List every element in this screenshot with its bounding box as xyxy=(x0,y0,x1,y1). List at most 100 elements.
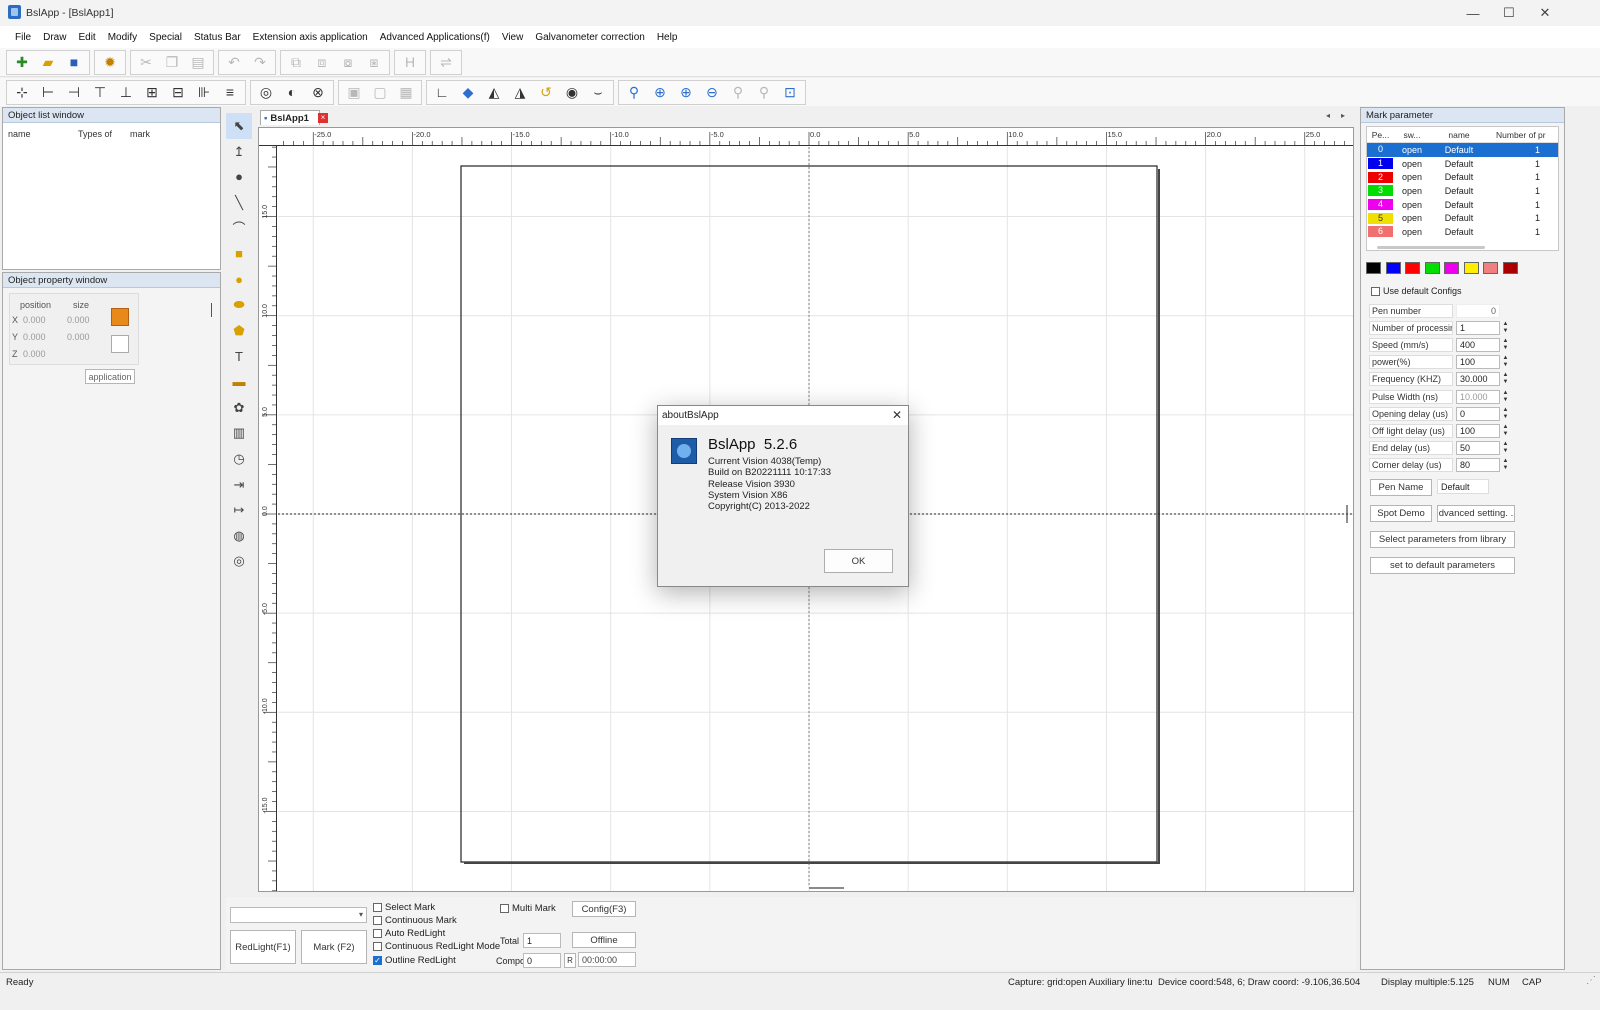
lock-icon[interactable]: ▣ xyxy=(341,81,367,103)
new-file-icon[interactable]: ✚ xyxy=(9,51,35,73)
align-vcenter-icon[interactable]: ⊟ xyxy=(165,81,191,103)
circle-icon[interactable]: ● xyxy=(226,267,252,293)
distribute-v-icon[interactable]: ≡ xyxy=(217,81,243,103)
pen-name-button[interactable]: Pen Name xyxy=(1370,479,1432,496)
dialog-close-button[interactable]: ✕ xyxy=(892,408,902,422)
vector-file-icon[interactable]: ✿ xyxy=(226,395,252,421)
param-value-input[interactable]: 400 xyxy=(1456,338,1500,353)
outline-redlight-checkbox[interactable]: ✓ Outline RedLight xyxy=(373,955,456,966)
menu-special[interactable]: Special xyxy=(143,32,188,43)
col-number[interactable]: Number of pr xyxy=(1488,130,1548,140)
spiral-icon[interactable]: ◎ xyxy=(226,548,252,574)
resize-grip-icon[interactable]: ⋰ xyxy=(1586,975,1596,986)
align-bottom-icon[interactable]: ⊥ xyxy=(113,81,139,103)
redlight-button[interactable]: RedLight(F1) xyxy=(230,930,296,964)
lock-all-icon[interactable]: ▦ xyxy=(393,81,419,103)
pen-row[interactable]: 6 open Default 1 xyxy=(1367,225,1558,239)
spinner-icon[interactable]: ▲ ▼ xyxy=(1501,372,1510,386)
spinner-icon[interactable]: ▲ ▼ xyxy=(1501,424,1510,438)
rotate-icon[interactable]: ↺ xyxy=(533,81,559,103)
cancel-circle-icon[interactable]: ⊗ xyxy=(305,81,331,103)
h-icon[interactable]: H xyxy=(397,51,423,73)
pen-row[interactable]: 4 open Default 1 xyxy=(1367,198,1558,212)
pen-switch[interactable]: open xyxy=(1394,200,1430,210)
dropdown-tool-icon[interactable]: ⇌ xyxy=(433,51,459,73)
continuous-mark-checkbox[interactable]: Continuous Mark xyxy=(373,915,457,926)
tab-scroll-right-icon[interactable]: ▸ xyxy=(1341,111,1345,120)
spinner-icon[interactable]: ▲ ▼ xyxy=(1501,458,1510,472)
align-right-icon[interactable]: ⊣ xyxy=(61,81,87,103)
anchor-icon[interactable] xyxy=(111,335,129,353)
pen-row[interactable]: 2 open Default 1 xyxy=(1367,170,1558,184)
zoom-all-icon[interactable]: ⊡ xyxy=(777,81,803,103)
menu-extension-axis[interactable]: Extension axis application xyxy=(247,32,374,43)
color-swatch[interactable] xyxy=(1424,262,1440,274)
menu-status-bar[interactable]: Status Bar xyxy=(188,32,247,43)
menu-draw[interactable]: Draw xyxy=(37,32,72,43)
x-position-field[interactable]: 0.000 xyxy=(23,315,46,325)
splitter[interactable] xyxy=(211,303,212,317)
col-pen-name[interactable]: name xyxy=(1430,130,1488,140)
pen-switch[interactable]: open xyxy=(1394,159,1430,169)
ungroup-icon[interactable]: ⧈ xyxy=(309,51,335,73)
param-value-input[interactable]: 0 xyxy=(1456,406,1500,421)
use-default-configs-checkbox[interactable]: Use default Configs xyxy=(1371,286,1462,296)
axis-icon[interactable]: ∟ xyxy=(429,81,455,103)
moon-tool-icon[interactable]: ◐ xyxy=(279,81,305,103)
pen-name-field[interactable]: Default xyxy=(1437,479,1489,494)
zoom-b-icon[interactable]: ⚲ xyxy=(751,81,777,103)
param-value-input[interactable]: 10.000 xyxy=(1456,389,1500,404)
line-icon[interactable]: ╲ xyxy=(226,190,252,216)
split-icon[interactable]: ⧆ xyxy=(361,51,387,73)
set-default-parameters-button[interactable]: set to default parameters xyxy=(1370,557,1515,574)
color-swatch[interactable] xyxy=(1483,262,1498,274)
color-swatch[interactable] xyxy=(1502,262,1518,274)
pen-row[interactable]: 1 open Default 1 xyxy=(1367,157,1558,171)
components-input[interactable]: 0 xyxy=(523,953,561,968)
spot-demo-button[interactable]: Spot Demo xyxy=(1370,505,1432,522)
pen-row[interactable]: 3 open Default 1 xyxy=(1367,184,1558,198)
pen-switch[interactable]: open xyxy=(1394,186,1430,196)
pen-switch[interactable]: open xyxy=(1394,213,1430,223)
color-swatch[interactable] xyxy=(1385,262,1401,274)
x-size-field[interactable]: 0.000 xyxy=(67,315,90,325)
pen-row[interactable]: 0 open Default 1 xyxy=(1367,143,1558,157)
spinner-icon[interactable]: ▲ ▼ xyxy=(1501,407,1510,421)
mark-button[interactable]: Mark (F2) xyxy=(301,930,367,964)
pen-row[interactable]: 5 open Default 1 xyxy=(1367,211,1558,225)
curve-icon[interactable]: ⌒ xyxy=(226,215,252,241)
param-value-input[interactable]: 0 xyxy=(1456,304,1500,318)
spinner-icon[interactable]: ▲ ▼ xyxy=(1501,355,1510,369)
auto-redlight-checkbox[interactable]: Auto RedLight xyxy=(373,928,445,939)
continuous-redlight-checkbox[interactable]: Continuous RedLight Mode xyxy=(373,941,500,952)
undo-icon[interactable]: ↶ xyxy=(221,51,247,73)
paste-icon[interactable]: ▤ xyxy=(185,51,211,73)
group-icon[interactable]: ⧉ xyxy=(283,51,309,73)
node-edit-icon[interactable]: ↥ xyxy=(226,139,252,165)
spinner-icon[interactable]: ▲ ▼ xyxy=(1501,390,1510,404)
align-left-icon[interactable]: ⊢ xyxy=(35,81,61,103)
mirror-v-icon[interactable]: ◮ xyxy=(507,81,533,103)
menu-file[interactable]: File xyxy=(9,32,37,43)
cut-icon[interactable]: ✂ xyxy=(133,51,159,73)
align-hcenter-icon[interactable]: ⊞ xyxy=(139,81,165,103)
combine-icon[interactable]: ⧇ xyxy=(335,51,361,73)
tab-scroll-left-icon[interactable]: ◂ xyxy=(1326,111,1330,120)
output-port-icon[interactable]: ↦ xyxy=(226,497,252,523)
input-port-icon[interactable]: ⇥ xyxy=(226,471,252,497)
param-value-input[interactable]: 30.000 xyxy=(1456,372,1500,387)
close-window-button[interactable]: ✕ xyxy=(1522,0,1568,26)
color-swatch[interactable] xyxy=(1405,262,1420,274)
ok-button[interactable]: OK xyxy=(824,549,893,573)
z-position-field[interactable]: 0.000 xyxy=(23,349,46,359)
pen-switch[interactable]: open xyxy=(1394,227,1430,237)
mirror-h-icon[interactable]: ◭ xyxy=(481,81,507,103)
circle-tool-icon[interactable]: ◎ xyxy=(253,81,279,103)
eye-icon[interactable]: ◉ xyxy=(559,81,585,103)
center-icon[interactable]: ⊹ xyxy=(9,81,35,103)
menu-help[interactable]: Help xyxy=(651,32,684,43)
offline-button[interactable]: Offline xyxy=(572,932,636,948)
zoom-a-icon[interactable]: ⚲ xyxy=(725,81,751,103)
zoom-in-icon[interactable]: ⊕ xyxy=(647,81,673,103)
multi-mark-checkbox[interactable]: Multi Mark xyxy=(500,903,556,914)
